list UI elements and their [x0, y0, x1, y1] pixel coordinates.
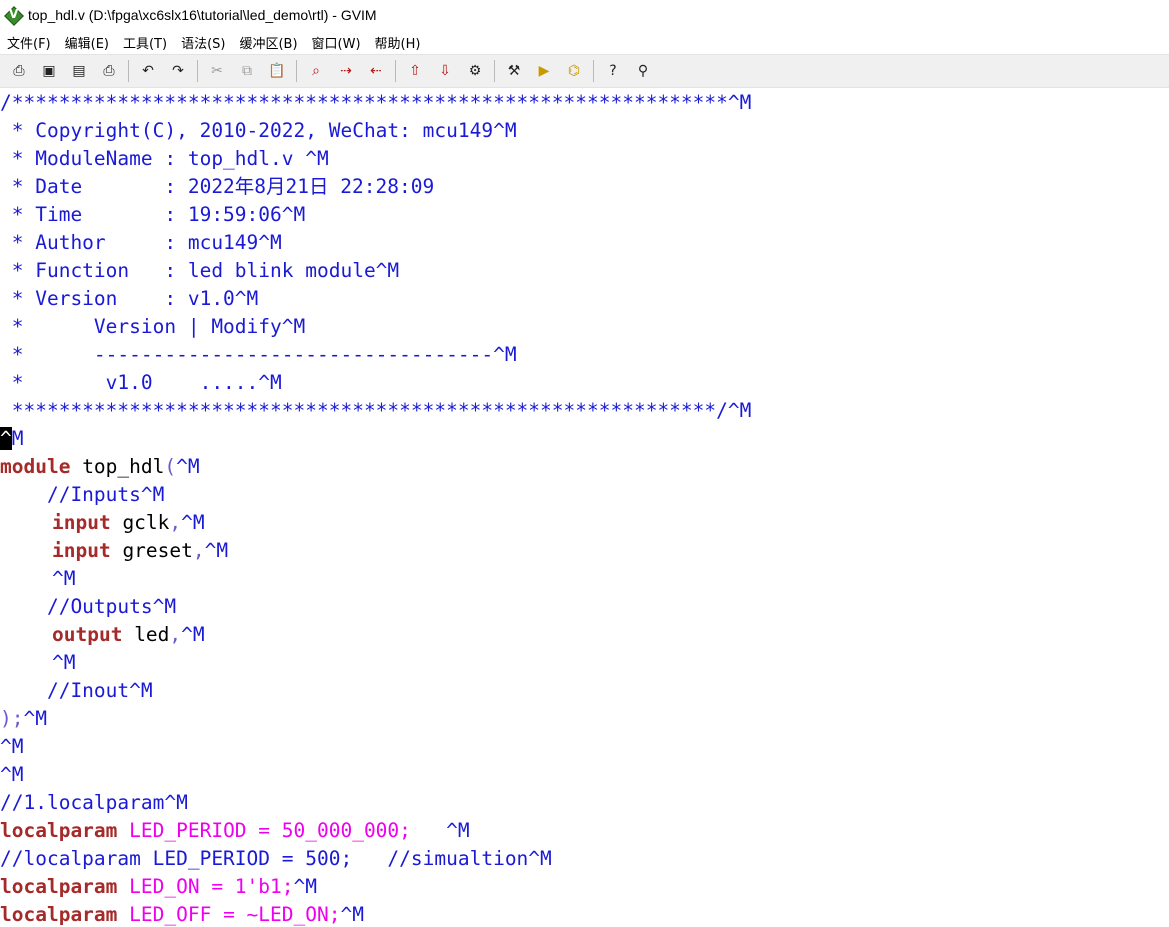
code-line[interactable]: * Date : 2022年8月21日 22:28:09: [0, 173, 434, 201]
code-line[interactable]: * Version | Modify^M: [0, 313, 306, 341]
keyword: input: [52, 539, 111, 562]
control-char: ^M: [410, 819, 470, 842]
keyword: localparam: [0, 903, 118, 926]
make-icon[interactable]: ⚒: [503, 60, 525, 82]
code-line[interactable]: input gclk,^M: [0, 509, 205, 537]
keyword: output: [52, 623, 123, 646]
menu-edit[interactable]: 编辑(E): [58, 33, 116, 52]
code-line[interactable]: //localparam LED_PERIOD = 500; //simualt…: [0, 845, 552, 873]
toolbar-separator: [128, 60, 129, 82]
toolbar-separator: [494, 60, 495, 82]
code-line[interactable]: * ModuleName : top_hdl.v ^M: [0, 145, 329, 173]
param-expression: LED_ON = 1'b1;: [117, 875, 294, 898]
control-char: M: [11, 427, 24, 450]
code-line[interactable]: //1.localparam^M: [0, 789, 188, 817]
code-line[interactable]: * Version : v1.0^M: [0, 285, 259, 313]
code-line[interactable]: * Function : led blink module^M: [0, 257, 399, 285]
find-replace-icon[interactable]: ⌕: [305, 60, 327, 82]
code-line[interactable]: * ----------------------------------^M: [0, 341, 517, 369]
find-next-icon[interactable]: ⇢: [335, 60, 357, 82]
code-line[interactable]: ^M: [0, 649, 75, 677]
print-icon[interactable]: ⎙: [98, 60, 120, 82]
code-line[interactable]: ****************************************…: [0, 397, 752, 425]
keyword: localparam: [0, 875, 118, 898]
redo-icon[interactable]: ↷: [167, 60, 189, 82]
punctuation: );: [0, 707, 24, 730]
editor-area[interactable]: /***************************************…: [0, 89, 1169, 927]
shell-icon[interactable]: ▶: [533, 60, 555, 82]
code-line[interactable]: //Outputs^M: [0, 593, 176, 621]
code-line[interactable]: ^M: [0, 565, 75, 593]
toolbar-separator: [593, 60, 594, 82]
code-line[interactable]: module top_hdl(^M: [0, 453, 200, 481]
code-line[interactable]: localparam LED_ON = 1'b1;^M: [0, 873, 317, 901]
toolbar: ⎙ ▣ ▤ ⎙ ↶ ↷ ✂ ⧉ 📋 ⌕ ⇢ ⇠ ⇧ ⇩ ⚙ ⚒ ▶ ⌬ ? ⚲: [0, 54, 1169, 88]
keyword: input: [52, 511, 111, 534]
keyword: localparam: [0, 819, 118, 842]
find-prev-icon[interactable]: ⇠: [365, 60, 387, 82]
code-line[interactable]: * Author : mcu149^M: [0, 229, 282, 257]
cut-icon[interactable]: ✂: [206, 60, 228, 82]
param-expression: LED_PERIOD = 50_000_000;: [117, 819, 411, 842]
code-line[interactable]: ^M: [0, 425, 24, 453]
code-line[interactable]: localparam LED_OFF = ~LED_ON;^M: [0, 901, 364, 927]
identifier: greset: [110, 539, 193, 562]
open-icon[interactable]: ⎙: [8, 60, 30, 82]
find-help-icon[interactable]: ⚲: [632, 60, 654, 82]
save-session-icon[interactable]: ⇩: [434, 60, 456, 82]
gvim-app-icon[interactable]: V: [4, 6, 24, 26]
menu-help[interactable]: 帮助(H): [368, 33, 428, 52]
toolbar-separator: [395, 60, 396, 82]
control-char: ^M: [181, 623, 205, 646]
toolbar-separator: [296, 60, 297, 82]
control-char: ^M: [181, 511, 205, 534]
code-line[interactable]: );^M: [0, 705, 47, 733]
window-title: top_hdl.v (D:\fpga\xc6slx16\tutorial\led…: [28, 7, 377, 23]
code-line[interactable]: ^M: [0, 761, 23, 789]
punctuation: (: [164, 455, 177, 478]
code-line[interactable]: //Inputs^M: [0, 481, 164, 509]
menu-bar: 文件(F) 编辑(E) 工具(T) 语法(S) 缓冲区(B) 窗口(W) 帮助(…: [0, 30, 1169, 54]
code-line[interactable]: input greset,^M: [0, 537, 228, 565]
punctuation: ,: [169, 623, 182, 646]
code-line[interactable]: ^M: [0, 733, 23, 761]
param-expression: LED_OFF = ~LED_ON;: [117, 903, 341, 926]
load-session-icon[interactable]: ⇧: [404, 60, 426, 82]
save-all-icon[interactable]: ▤: [68, 60, 90, 82]
menu-window[interactable]: 窗口(W): [305, 33, 368, 52]
code-line[interactable]: * Time : 19:59:06^M: [0, 201, 306, 229]
control-char: ^M: [176, 455, 200, 478]
identifier: gclk: [110, 511, 170, 534]
menu-file[interactable]: 文件(F): [0, 33, 58, 52]
toolbar-separator: [197, 60, 198, 82]
save-icon[interactable]: ▣: [38, 60, 60, 82]
control-char: ^M: [293, 875, 317, 898]
menu-syntax[interactable]: 语法(S): [174, 33, 232, 52]
identifier: top_hdl: [70, 455, 165, 478]
control-char: ^M: [204, 539, 229, 562]
menu-tools[interactable]: 工具(T): [116, 33, 174, 52]
help-icon[interactable]: ?: [602, 60, 624, 82]
code-line[interactable]: output led,^M: [0, 621, 205, 649]
run-script-icon[interactable]: ⚙: [464, 60, 486, 82]
menu-buffers[interactable]: 缓冲区(B): [232, 33, 304, 52]
identifier: led: [122, 623, 170, 646]
code-line[interactable]: localparam LED_PERIOD = 50_000_000; ^M: [0, 817, 470, 845]
punctuation: ,: [192, 539, 205, 562]
punctuation: ,: [169, 511, 182, 534]
tag-jump-icon[interactable]: ⌬: [563, 60, 585, 82]
title-bar: V top_hdl.v (D:\fpga\xc6slx16\tutorial\l…: [0, 0, 1169, 30]
undo-icon[interactable]: ↶: [137, 60, 159, 82]
copy-icon[interactable]: ⧉: [236, 60, 258, 82]
code-line[interactable]: /***************************************…: [0, 89, 751, 117]
code-line[interactable]: //Inout^M: [0, 677, 153, 705]
paste-icon[interactable]: 📋: [266, 60, 288, 82]
text-cursor: ^: [0, 427, 12, 450]
keyword: module: [0, 455, 71, 478]
code-line[interactable]: * Copyright(C), 2010-2022, WeChat: mcu14…: [0, 117, 517, 145]
control-char: ^M: [23, 707, 47, 730]
control-char: ^M: [340, 903, 364, 926]
code-line[interactable]: * v1.0 .....^M: [0, 369, 282, 397]
